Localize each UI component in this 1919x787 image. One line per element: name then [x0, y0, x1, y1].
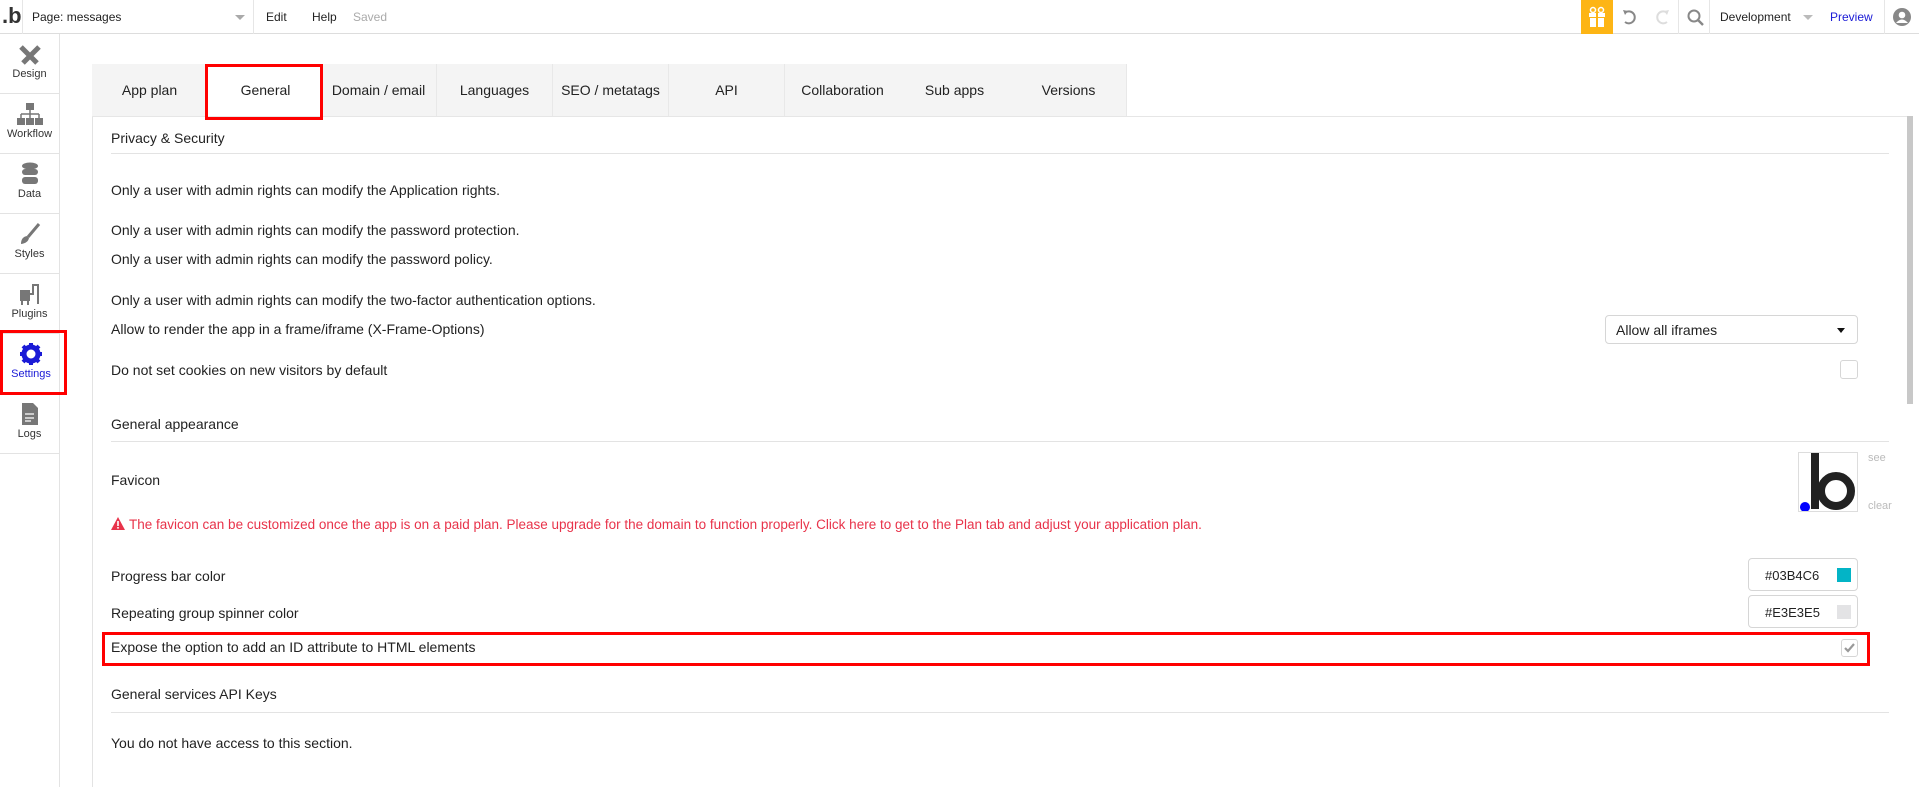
sidebar-item-styles[interactable]: Styles — [0, 214, 59, 274]
tab-collaboration[interactable]: Collaboration — [785, 64, 901, 116]
iframe-label: Allow to render the app in a frame/ifram… — [111, 321, 485, 337]
iframe-dropdown-value: Allow all iframes — [1616, 322, 1718, 338]
divider — [111, 441, 1889, 442]
edit-menu[interactable]: Edit — [266, 10, 287, 24]
admin-note: Only a user with admin rights can modify… — [111, 251, 493, 267]
environment-selector[interactable]: Development — [1720, 10, 1791, 24]
settings-panel — [92, 64, 1919, 787]
tab-divider — [92, 116, 1907, 117]
spinner-color-value: #E3E3E5 — [1765, 605, 1820, 620]
sidebar-item-label: Plugins — [11, 308, 48, 320]
warning-icon — [111, 517, 125, 530]
bubble-favicon-image — [1800, 453, 1855, 511]
divider — [22, 0, 23, 34]
section-title-appearance: General appearance — [111, 416, 239, 432]
sidebar-item-workflow[interactable]: Workflow — [0, 94, 59, 154]
cookies-checkbox[interactable] — [1840, 360, 1858, 379]
tab-versions[interactable]: Versions — [1011, 64, 1127, 116]
top-bar: .b Page: messages Edit Help Saved Develo… — [0, 0, 1919, 34]
highlight-settings — [0, 330, 67, 395]
gift-icon — [1589, 6, 1605, 27]
plug-icon — [19, 284, 39, 305]
tab-app-plan[interactable]: App plan — [92, 64, 208, 116]
divider — [253, 0, 254, 34]
divider — [1678, 0, 1679, 34]
design-tools-icon — [18, 45, 41, 65]
tab-sub-apps[interactable]: Sub apps — [897, 64, 1013, 116]
divider — [1709, 0, 1710, 34]
favicon-warning-text: The favicon can be customized once the a… — [129, 517, 1202, 532]
sidebar-item-label: Styles — [14, 248, 45, 260]
sidebar-item-data[interactable]: Data — [0, 154, 59, 214]
admin-note: Only a user with admin rights can modify… — [111, 182, 501, 198]
tab-domain-email[interactable]: Domain / email — [321, 64, 437, 116]
gift-button[interactable] — [1581, 0, 1613, 34]
tab-seo-metatags[interactable]: SEO / metatags — [553, 64, 669, 116]
divider — [111, 712, 1889, 713]
progress-color-input[interactable]: #03B4C6 — [1748, 558, 1858, 591]
chevron-down-icon[interactable] — [235, 15, 245, 25]
sidebar: Design Workflow Data Styles Plugins Sett… — [0, 34, 60, 787]
favicon-label: Favicon — [111, 472, 161, 488]
section-title-privacy: Privacy & Security — [111, 130, 225, 146]
progress-color-swatch[interactable] — [1837, 568, 1851, 582]
sidebar-item-logs[interactable]: Logs — [0, 394, 59, 454]
help-menu[interactable]: Help — [312, 10, 337, 24]
divider — [111, 153, 1889, 154]
tab-languages[interactable]: Languages — [437, 64, 553, 116]
page-selector[interactable]: Page: messages — [32, 10, 121, 24]
admin-note: Only a user with admin rights can modify… — [111, 222, 520, 238]
highlight-general-tab — [205, 64, 323, 120]
chevron-down-icon[interactable] — [1803, 15, 1813, 25]
preview-link[interactable]: Preview — [1830, 10, 1873, 24]
sidebar-item-plugins[interactable]: Plugins — [0, 274, 59, 334]
sidebar-item-design[interactable]: Design — [0, 34, 59, 94]
progress-color-label: Progress bar color — [111, 568, 226, 584]
no-access-message: You do not have access to this section. — [111, 735, 353, 751]
favicon-see-link[interactable]: see — [1868, 452, 1886, 464]
admin-note: Only a user with admin rights can modify… — [111, 292, 596, 308]
user-avatar-icon[interactable] — [1893, 8, 1911, 26]
bubble-logo[interactable]: .b — [2, 3, 22, 29]
progress-color-value: #03B4C6 — [1765, 568, 1820, 583]
save-status: Saved — [353, 10, 388, 24]
sidebar-item-label: Workflow — [6, 128, 53, 140]
scrollbar[interactable] — [1907, 116, 1913, 404]
spinner-color-swatch[interactable] — [1837, 605, 1851, 619]
cookies-label: Do not set cookies on new visitors by de… — [111, 362, 388, 378]
sidebar-item-label: Design — [12, 68, 47, 80]
spinner-color-label: Repeating group spinner color — [111, 605, 299, 621]
highlight-expose-id — [102, 632, 1870, 666]
workflow-icon — [16, 103, 43, 125]
brush-icon — [20, 223, 40, 244]
database-icon — [21, 162, 38, 184]
document-icon — [21, 403, 38, 425]
tab-api[interactable]: API — [669, 64, 785, 116]
favicon-warning[interactable]: The favicon can be customized once the a… — [111, 517, 1202, 532]
redo-icon[interactable] — [1652, 7, 1672, 27]
sidebar-item-label: Data — [17, 188, 42, 200]
sidebar-item-label: Logs — [17, 428, 42, 440]
iframe-dropdown[interactable]: Allow all iframes — [1605, 315, 1858, 344]
spinner-color-input[interactable]: #E3E3E5 — [1748, 595, 1858, 628]
favicon-clear-link[interactable]: clear — [1868, 500, 1892, 512]
search-icon[interactable] — [1686, 8, 1706, 28]
section-title-api-keys: General services API Keys — [111, 686, 277, 702]
caret-down-icon — [1837, 328, 1845, 337]
undo-icon[interactable] — [1620, 7, 1640, 27]
divider — [1884, 0, 1885, 34]
favicon-preview[interactable] — [1798, 452, 1858, 512]
